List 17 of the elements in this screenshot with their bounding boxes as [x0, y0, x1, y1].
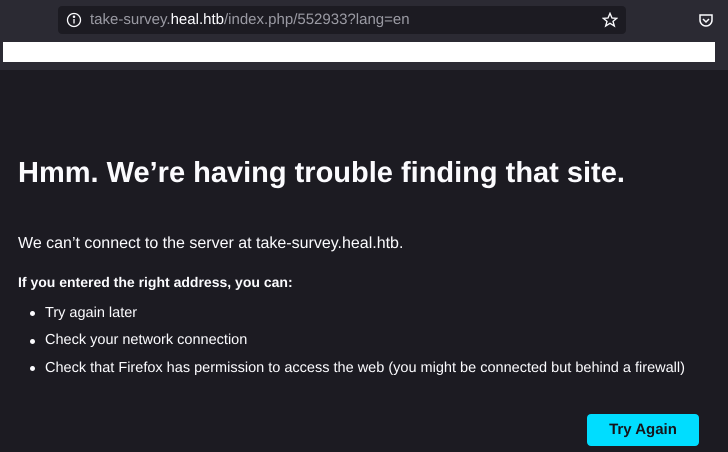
error-title: Hmm. We’re having trouble finding that site. — [18, 156, 626, 191]
error-message: We can’t connect to the server at take-survey.heal.htb. — [18, 234, 404, 254]
suggestion-text: Check your network connection — [45, 331, 248, 350]
try-again-button[interactable]: Try Again — [587, 414, 699, 446]
bullet-icon — [30, 366, 35, 372]
address-bar[interactable]: take-survey.heal.htb/index.php/552933?lang=en — [58, 6, 626, 34]
pocket-icon[interactable] — [698, 12, 714, 28]
bullet-icon — [30, 310, 35, 316]
info-icon[interactable] — [66, 12, 82, 28]
url-text: take-survey. — [90, 10, 171, 30]
suggestion-text: Try again later — [45, 304, 138, 322]
url-text: /index.php/552933?lang=en — [224, 10, 410, 30]
suggestion-text: Check that Firefox has permission to access the web (you might be connected but behind a firewall) — [45, 359, 685, 378]
suggestions-heading: If you entered the right address, you can: — [18, 272, 294, 292]
url-text: heal.htb — [170, 10, 224, 30]
star-icon[interactable] — [602, 12, 618, 28]
bullet-icon — [30, 338, 35, 344]
